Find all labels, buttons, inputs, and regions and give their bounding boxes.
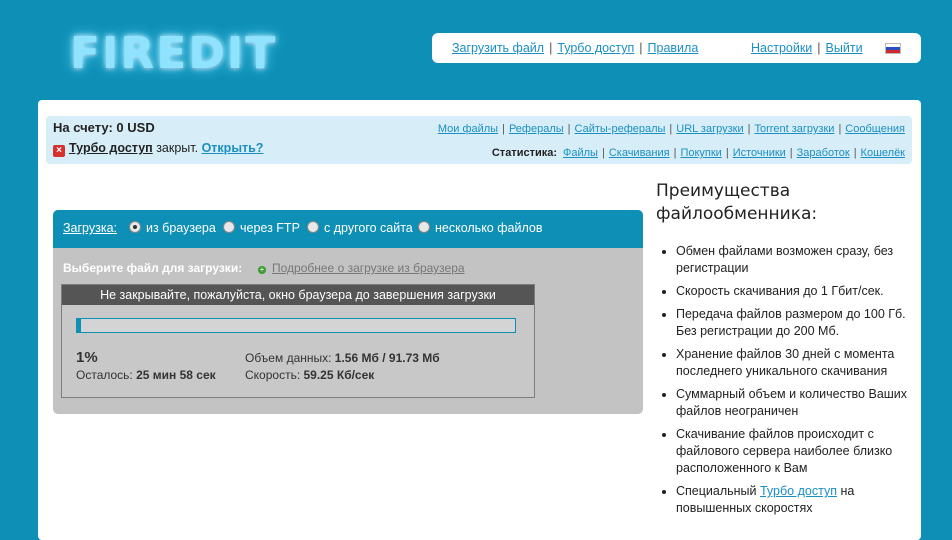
radio-icon[interactable] [129, 221, 141, 233]
url-uploads-link[interactable]: URL загрузки [676, 123, 743, 135]
time-remaining: Осталось: 25 мин 58 сек [76, 368, 216, 382]
more-info-text[interactable]: Подробнее о загрузке из браузера [272, 261, 465, 275]
data-volume: Объем данных: 1.56 Мб / 91.73 Мб [245, 351, 440, 365]
separator: | [673, 147, 677, 159]
radio-icon[interactable] [418, 221, 430, 233]
stats-downloads-link[interactable]: Скачивания [609, 147, 670, 159]
stats-earnings-link[interactable]: Заработок [797, 147, 850, 159]
benefit-item: Обмен файлами возможен сразу, без регист… [676, 243, 924, 277]
benefit-item: Скорость скачивания до 1 Гбит/сек. [676, 283, 924, 300]
separator: | [747, 123, 751, 135]
speed-value: 59.25 Кб/сек [303, 368, 375, 382]
upload-file-link[interactable]: Загрузить файл [452, 41, 544, 55]
option-label: несколько файлов [435, 221, 543, 235]
plus-icon: + [258, 265, 266, 274]
turbo-status: × Турбо доступ закрыт. Открыть? [53, 141, 263, 157]
top-navigation: Загрузить файл | Турбо доступ | Правила Наст… [432, 33, 921, 63]
option-browser[interactable]: из браузера [129, 221, 216, 235]
russian-flag-icon[interactable] [885, 43, 901, 54]
referral-sites-link[interactable]: Сайты-рефералы [575, 123, 666, 135]
stats-files-link[interactable]: Файлы [563, 147, 598, 159]
top-nav-right: Настройки | Выйти [751, 33, 863, 63]
separator: | [789, 147, 793, 159]
separator: | [725, 147, 729, 159]
account-bar: На счету: 0 USD × Турбо доступ закрыт. От… [46, 116, 912, 164]
benefit-prefix: Специальный [676, 484, 760, 498]
main-panel: На счету: 0 USD × Турбо доступ закрыт. От… [38, 100, 921, 540]
radio-icon[interactable] [223, 221, 235, 233]
separator: | [853, 147, 857, 159]
more-info-link[interactable]: + Подробнее о загрузке из браузера [258, 261, 465, 275]
separator: | [601, 147, 605, 159]
benefit-item: Хранение файлов 30 дней с момента послед… [676, 346, 924, 380]
account-balance: На счету: 0 USD [53, 120, 155, 135]
firedit-logo[interactable]: FIREDIT [70, 28, 277, 79]
open-turbo-link[interactable]: Открыть? [202, 141, 264, 155]
progress-fill [77, 319, 82, 332]
separator: | [838, 123, 842, 135]
stats-purchases-link[interactable]: Покупки [680, 147, 721, 159]
volume-value: 1.56 Мб / 91.73 Мб [334, 351, 440, 365]
option-label: с другого сайта [324, 221, 413, 235]
referrals-link[interactable]: Рефералы [509, 123, 564, 135]
progress-notice: Не закрывайте, пожалуйста, окно браузера… [62, 285, 534, 305]
rules-link[interactable]: Правила [648, 41, 699, 55]
separator: | [549, 41, 553, 55]
stats-label: Статистика: [491, 147, 558, 159]
settings-link[interactable]: Настройки [751, 41, 812, 55]
benefit-item: Суммарный объем и количество Ваших файло… [676, 386, 924, 420]
progress-box: Не закрывайте, пожалуйста, окно браузера… [61, 284, 535, 398]
option-label: через FTP [240, 221, 300, 235]
logout-link[interactable]: Выйти [826, 41, 863, 55]
option-multiple-files[interactable]: несколько файлов [418, 221, 542, 235]
progress-percent: 1% [76, 349, 98, 366]
separator: | [817, 41, 821, 55]
radio-icon[interactable] [307, 221, 319, 233]
upload-method-bar: Загрузка: из браузера через FTP с другог… [53, 210, 643, 248]
benefits-list: Обмен файлами возможен сразу, без регист… [658, 243, 924, 523]
stats-sources-link[interactable]: Источники [733, 147, 786, 159]
turbo-access-benefit-link[interactable]: Турбо доступ [760, 484, 837, 498]
upload-label: Загрузка: [63, 221, 118, 235]
benefit-item: Специальный Турбо доступ на повышенных с… [676, 483, 924, 517]
separator: | [669, 123, 673, 135]
separator: | [567, 123, 571, 135]
my-files-link[interactable]: Мои файлы [438, 123, 498, 135]
benefit-item: Передача файлов размером до 100 Гб. Без … [676, 306, 924, 340]
benefit-item: Скачивание файлов происходит с файлового… [676, 426, 924, 477]
benefits-title: Преимущества файлообменника: [656, 181, 818, 224]
upload-speed: Скорость: 59.25 Кб/сек [245, 368, 374, 382]
remaining-label: Осталось: [76, 368, 137, 382]
stats-wallet-link[interactable]: Кошелёк [861, 147, 905, 159]
upload-box: Загрузка: из браузера через FTP с другог… [53, 210, 643, 414]
separator: | [502, 123, 505, 135]
choose-file-label: Выберите файл для загрузки: [63, 261, 243, 275]
option-ftp[interactable]: через FTP [223, 221, 300, 235]
option-label: из браузера [146, 221, 216, 235]
account-menu: Мои файлы | Рефералы | Сайты-рефералы | URL за… [438, 123, 905, 135]
volume-label: Объем данных: [245, 351, 335, 365]
messages-link[interactable]: Сообщения [845, 123, 905, 135]
separator: | [639, 41, 643, 55]
progress-bar [76, 318, 516, 333]
turbo-access-text[interactable]: Турбо доступ [69, 141, 153, 155]
turbo-status-text: закрыт. [152, 141, 202, 155]
speed-label: Скорость: [245, 368, 304, 382]
stats-menu: Статистика: Файлы | Скачивания | Покупки | Исто… [492, 147, 905, 159]
torrent-uploads-link[interactable]: Torrent загрузки [754, 123, 834, 135]
turbo-access-link[interactable]: Турбо доступ [557, 41, 634, 55]
option-remote-site[interactable]: с другого сайта [307, 221, 413, 235]
remaining-value: 25 мин 58 сек [136, 368, 216, 382]
close-icon: × [53, 145, 65, 157]
top-nav-left: Загрузить файл | Турбо доступ | Правила [452, 33, 698, 63]
